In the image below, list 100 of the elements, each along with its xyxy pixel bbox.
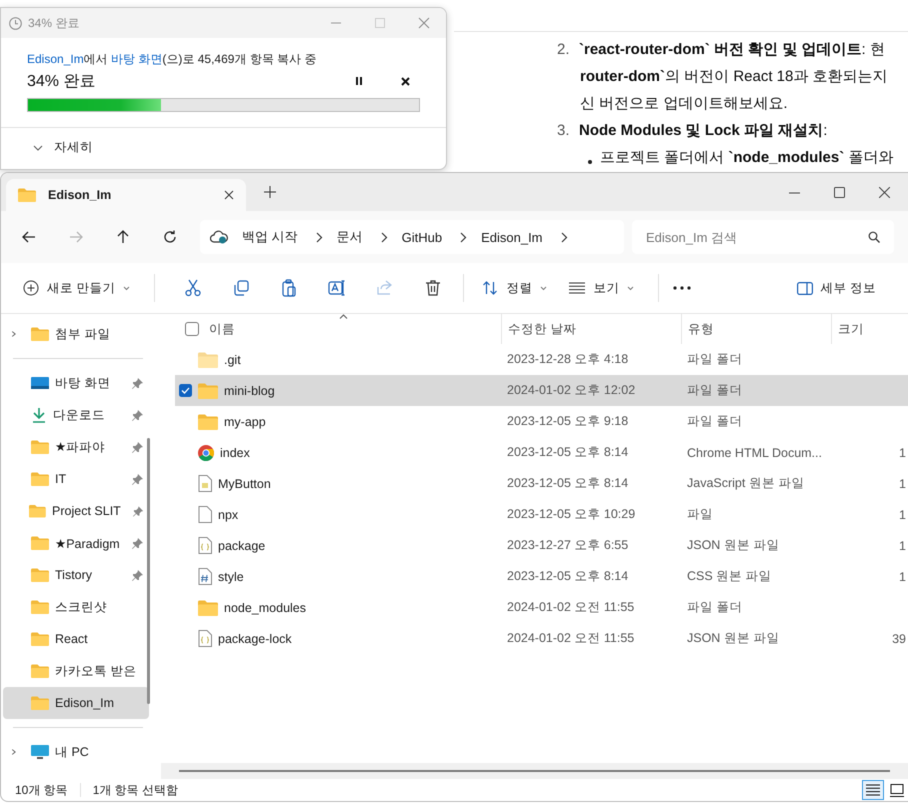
refresh-icon[interactable] [162,229,178,245]
pin-icon[interactable] [132,474,143,484]
column-header[interactable]: 크기 [838,320,864,338]
sidebar-item[interactable]: 바탕 화면 [3,367,149,399]
folder-link[interactable]: 바탕 화면 [111,52,162,66]
caret-icon [627,286,634,290]
breadcrumb-item[interactable]: Edison_Im [481,230,543,244]
breadcrumb-item[interactable]: 백업 시작 [242,228,298,246]
sidebar-item[interactable]: 내 PC [3,736,149,768]
article-text: `react-router-dom` 버전 확인 및 업데이트: 현 [579,40,885,59]
sidebar-item[interactable]: 다운로드 [3,399,149,431]
breadcrumb-item[interactable]: GitHub [402,230,442,244]
type-cell-text: JSON 원본 파일 [686,630,780,647]
select-all-checkbox[interactable] [185,322,199,336]
chevron-icon[interactable] [11,747,17,757]
file-row[interactable]: my-app 2023-12-05 오후 9:18 파일 폴더 [175,406,908,437]
close-icon[interactable] [224,190,234,200]
sort-button[interactable]: 정렬 [478,274,552,302]
file-row[interactable]: node_modules 2024-01-02 오전 11:55 파일 폴더 [175,592,908,623]
pin-icon[interactable] [132,442,143,452]
folder-tab[interactable]: Edison_Im [6,179,246,211]
new-button[interactable]: 새로 만들기 [19,274,134,302]
checkbox-checked-icon[interactable] [179,384,192,397]
file-row[interactable]: package 2023-12-27 오후 6:55 JSON 원본 파일 1 [175,530,908,561]
file-row[interactable]: npx 2023-12-05 오후 10:29 파일 1 [175,499,908,530]
maximize-icon[interactable] [834,186,845,198]
sidebar-item[interactable]: Project SLIT [3,495,149,527]
folder-link[interactable]: Edison_Im [27,52,84,66]
scissors-icon[interactable] [184,279,202,297]
pin-icon[interactable] [132,410,143,420]
date-cell: 2023-12-28 오후 4:18 [507,351,628,368]
new-tab-icon[interactable] [264,186,276,198]
sidebar-item[interactable]: 첨부 파일 [3,318,149,350]
folder-icon [198,414,218,430]
file-row[interactable]: .git 2023-12-28 오후 4:18 파일 폴더 [175,344,908,375]
sidebar-item[interactable]: 스크린샷 [3,591,149,623]
selection-count: 1개 항목 선택함 [92,782,178,798]
pin-icon[interactable] [132,570,143,580]
chevron-right-icon[interactable] [316,232,323,242]
chevron-right-icon[interactable] [380,232,388,242]
scrollbar-thumb[interactable] [179,770,890,772]
browser-icon [198,444,214,460]
date-cell: 2024-01-02 오후 12:02 [507,382,636,399]
column-header[interactable]: 이름 [209,320,235,338]
clipboard-icon[interactable] [280,279,298,297]
panel-icon [796,282,813,294]
chevron-down-icon[interactable] [33,144,43,150]
date-cell: 2023-12-05 오후 8:14 [507,568,628,585]
chevron-right-icon[interactable] [560,232,568,242]
file-row[interactable]: index 2023-12-05 오후 8:14 Chrome HTML Docum... 1 [175,437,908,468]
chevron-right-icon[interactable] [460,232,468,242]
search-field[interactable]: Edison_Im 검색 [632,220,894,254]
rename-icon[interactable] [328,279,346,297]
address-bar[interactable]: 백업 시작 문서 GitHub Edison_Im [200,220,624,254]
details-pane-button[interactable]: 세부 정보 [792,274,880,302]
sidebar-item[interactable]: Tistory [3,559,149,591]
file-row[interactable]: package-lock 2024-01-02 오전 11:55 JSON 원본 파일 39 [175,623,908,654]
file-row[interactable]: mini-blog 2024-01-02 오후 12:02 파일 폴더 [175,375,908,406]
column-header[interactable]: 수정한 날짜 [508,320,576,338]
folder-icon [31,472,49,486]
document-icon [198,630,212,647]
date-cell: 2023-12-05 오후 9:18 [507,413,628,430]
up-arrow-icon[interactable] [115,229,131,245]
more-icon[interactable] [673,286,692,290]
back-arrow-icon[interactable] [21,229,37,245]
file-name: package [218,538,266,552]
sidebar-item[interactable]: 카카오톡 받은 [3,655,149,687]
details-view-button[interactable] [862,780,884,800]
view-button[interactable]: 보기 [565,274,638,302]
file-name: style [218,570,244,584]
cancel-icon[interactable] [401,76,410,86]
copy-icon[interactable] [232,279,250,297]
sidebar-item[interactable]: ★파파야 [3,431,149,463]
article-text: 프로젝트 폴더에서 `node_modules` 폴더와 [600,148,894,167]
scrollbar-thumb[interactable] [147,438,150,704]
sidebar-item[interactable]: IT [3,463,149,495]
column-header[interactable]: 유형 [688,320,714,338]
type-cell-text: Chrome HTML Docum... [686,446,822,460]
pin-icon[interactable] [132,378,143,388]
sidebar-item[interactable]: Edison_Im [3,687,149,719]
sort-caret-icon [339,314,348,319]
pin-icon[interactable] [132,538,143,548]
chevron-icon[interactable] [11,329,17,339]
pause-icon[interactable] [355,76,363,86]
sidebar-item[interactable]: ★Paradigm [3,527,149,559]
details-toggle[interactable]: 자세히 [54,139,93,156]
document-icon [198,537,212,554]
pin-icon[interactable] [132,506,144,516]
breadcrumb-item[interactable]: 문서 [336,228,363,246]
trash-icon[interactable] [424,279,442,297]
date-cell: 2023-12-27 오후 6:55 [507,537,628,554]
document-icon [198,506,212,523]
file-row[interactable]: style 2023-12-05 오후 8:14 CSS 원본 파일 1 [175,561,908,592]
sidebar-item[interactable]: React [3,623,149,655]
file-name: mini-blog [224,384,275,398]
sort-arrows-icon [482,280,498,296]
type-cell-text: CSS 원본 파일 [686,568,772,585]
file-row[interactable]: MyButton 2023-12-05 오후 8:14 JavaScript 원본 파일 1 [175,468,908,499]
close-icon[interactable] [879,186,890,198]
type-cell-text: 파일 폴더 [686,382,742,399]
